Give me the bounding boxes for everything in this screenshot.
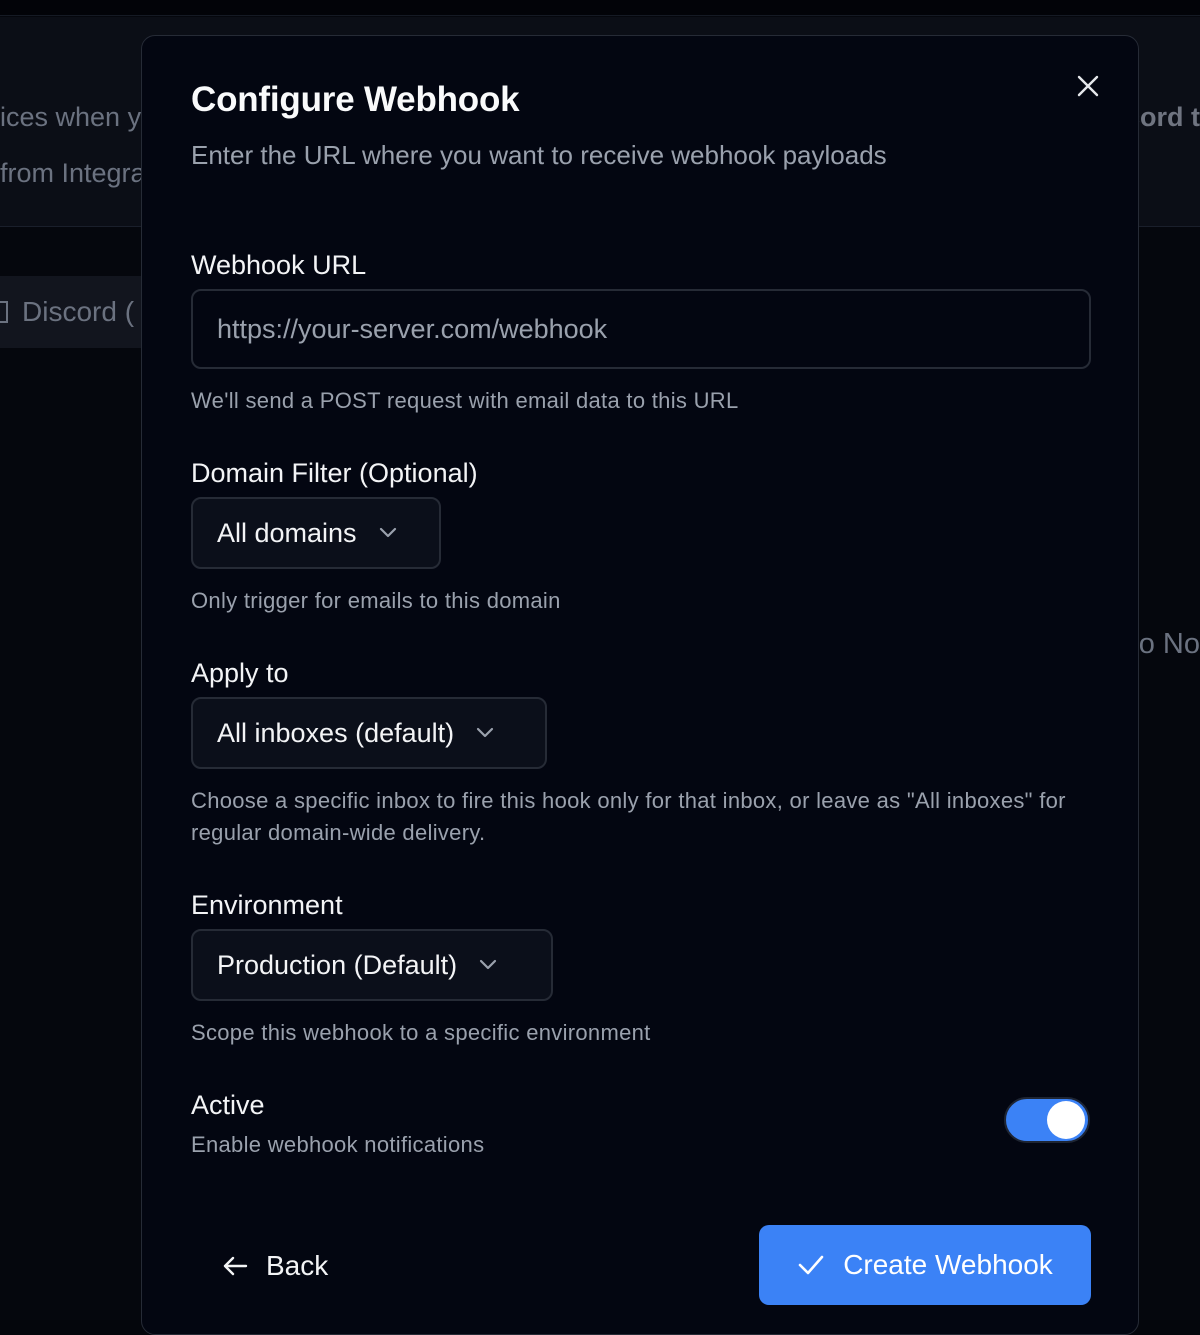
dialog-title: Configure Webhook [191, 80, 520, 119]
close-button[interactable] [1068, 66, 1108, 106]
create-webhook-button-label: Create Webhook [843, 1249, 1053, 1280]
chevron-down-icon [476, 727, 494, 739]
top-bar [0, 0, 1200, 16]
back-button[interactable]: Back [208, 1226, 342, 1306]
arrow-left-icon [223, 1256, 248, 1276]
dialog-subtitle: Enter the URL where you want to receive … [191, 140, 887, 170]
apply-to-label: Apply to [191, 658, 289, 688]
back-button-label: Back [266, 1250, 329, 1281]
apply-to-hint: Choose a specific inbox to fire this hoo… [191, 788, 1066, 845]
active-label: Active [191, 1090, 265, 1120]
webhook-url-input[interactable] [191, 289, 1091, 369]
header-description-line-2: from Integra [0, 158, 146, 188]
integration-tab-text: Discord ( [22, 296, 135, 327]
create-webhook-button[interactable]: Create Webhook [759, 1225, 1091, 1305]
active-hint: Enable webhook notifications [191, 1132, 485, 1157]
environment-label: Environment [191, 890, 343, 920]
environment-value: Production (Default) [217, 949, 458, 980]
chevron-down-icon [379, 527, 397, 539]
domain-filter-value: All domains [217, 517, 357, 548]
integration-tab-label: Discord ( [0, 296, 134, 328]
environment-select[interactable]: Production (Default) [191, 929, 553, 1001]
close-icon [1077, 75, 1099, 97]
apply-to-select[interactable]: All inboxes (default) [191, 697, 547, 769]
discord-icon [0, 301, 8, 323]
apply-to-value: All inboxes (default) [217, 717, 455, 748]
domain-filter-label: Domain Filter (Optional) [191, 458, 478, 488]
domain-filter-select[interactable]: All domains [191, 497, 441, 569]
chevron-down-icon [479, 959, 497, 971]
domain-filter-hint: Only trigger for emails to this domain [191, 588, 561, 613]
webhook-url-hint: We'll send a POST request with email dat… [191, 388, 739, 413]
check-icon [798, 1255, 824, 1275]
environment-hint: Scope this webhook to a specific environ… [191, 1020, 651, 1045]
webhook-url-label: Webhook URL [191, 250, 367, 280]
toggle-knob [1047, 1101, 1085, 1139]
active-toggle[interactable] [1004, 1097, 1090, 1143]
header-description-line-1: ices when y [0, 102, 142, 132]
background-empty-text: o No [1138, 628, 1200, 660]
configure-webhook-dialog: Configure Webhook Enter the URL where yo… [141, 35, 1139, 1335]
